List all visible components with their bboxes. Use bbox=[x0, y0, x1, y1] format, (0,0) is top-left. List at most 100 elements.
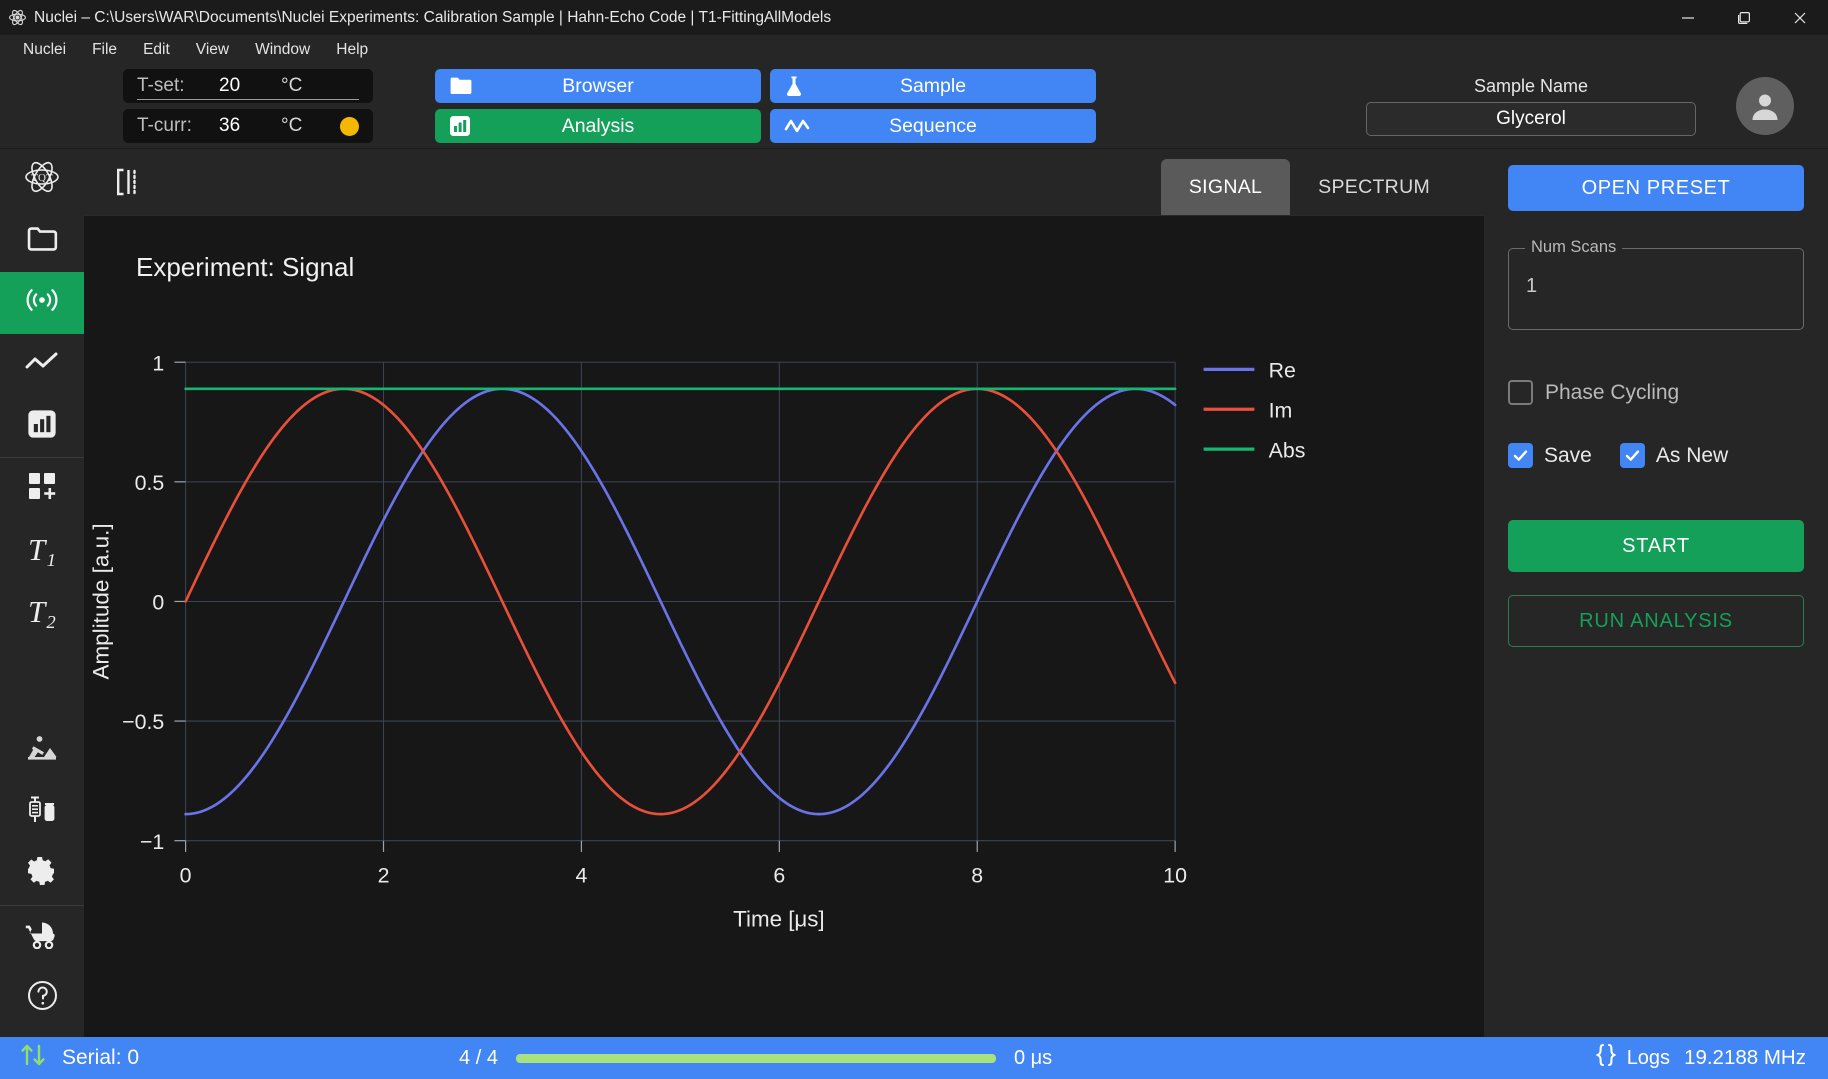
legend-label-im: Im bbox=[1269, 398, 1293, 422]
sample-name-input[interactable]: Glycerol bbox=[1366, 102, 1696, 136]
menu-item-edit[interactable]: Edit bbox=[130, 38, 183, 62]
analysis-button-label: Analysis bbox=[561, 114, 635, 137]
num-scans-value[interactable]: 1 bbox=[1526, 275, 1537, 298]
status-bar: Serial: 0 4 / 4 0 μs Logs 19.2188 MHz bbox=[0, 1037, 1828, 1079]
tab-spectrum[interactable]: SPECTRUM bbox=[1290, 159, 1458, 215]
tab-bar: SIGNAL SPECTRUM bbox=[84, 149, 1484, 215]
minimize-button[interactable] bbox=[1660, 0, 1716, 35]
phase-cycling-checkbox[interactable] bbox=[1508, 380, 1533, 405]
grid-plus-icon bbox=[27, 471, 57, 506]
svg-text:6: 6 bbox=[773, 864, 785, 888]
construction-icon bbox=[25, 734, 59, 767]
sidebar-item-help[interactable] bbox=[0, 967, 84, 1029]
sidebar-item-maintenance[interactable] bbox=[0, 720, 84, 782]
save-checkbox[interactable] bbox=[1508, 443, 1533, 468]
app-icon bbox=[0, 8, 34, 27]
sidebar-item-browser[interactable] bbox=[0, 211, 84, 273]
save-label: Save bbox=[1544, 443, 1592, 467]
window-title: Nuclei – C:\Users\WAR\Documents\Nuclei E… bbox=[34, 8, 832, 26]
atom-logo-icon: TQT bbox=[21, 156, 63, 203]
sidebar-item-stroller[interactable] bbox=[0, 905, 84, 967]
progress-bar bbox=[515, 1053, 996, 1063]
svg-text:1: 1 bbox=[152, 351, 164, 375]
svg-text:TQT: TQT bbox=[31, 172, 53, 184]
sample-name-label: Sample Name bbox=[1473, 76, 1589, 96]
menu-item-window[interactable]: Window bbox=[242, 38, 323, 62]
bar-chart-icon bbox=[449, 115, 471, 137]
up-down-arrows-icon bbox=[18, 1042, 48, 1074]
sidebar: TQT T₁ T₂ bbox=[0, 149, 84, 1037]
broadcast-icon bbox=[24, 286, 60, 319]
menu-item-view[interactable]: View bbox=[183, 38, 242, 62]
open-preset-button[interactable]: OPEN PRESET bbox=[1508, 165, 1804, 211]
folder-icon bbox=[449, 76, 473, 96]
legend-label-abs: Abs bbox=[1269, 438, 1306, 462]
phase-cycling-row[interactable]: Phase Cycling bbox=[1508, 380, 1804, 405]
menu-item-file[interactable]: File bbox=[79, 38, 130, 62]
menu-item-nuclei[interactable]: Nuclei bbox=[10, 38, 79, 62]
sequence-button[interactable]: Sequence bbox=[770, 109, 1096, 143]
panel-collapse-icon[interactable] bbox=[114, 167, 140, 202]
analysis-button[interactable]: Analysis bbox=[435, 109, 761, 143]
num-scans-field[interactable]: Num Scans 1 bbox=[1508, 238, 1804, 330]
tab-signal[interactable]: SIGNAL bbox=[1160, 159, 1291, 215]
browser-button-label: Browser bbox=[562, 74, 634, 97]
title-bar: Nuclei – C:\Users\WAR\Documents\Nuclei E… bbox=[0, 0, 1828, 35]
sidebar-item-logo[interactable]: TQT bbox=[0, 149, 84, 211]
t-curr-field: T-curr: 36 °C bbox=[123, 109, 373, 143]
svg-text:0: 0 bbox=[152, 591, 164, 615]
sample-button[interactable]: Sample bbox=[770, 69, 1096, 103]
run-analysis-button[interactable]: RUN ANALYSIS bbox=[1508, 595, 1804, 647]
t-set-underline bbox=[137, 99, 359, 100]
main-body: TQT T₁ T₂ SIGNAL SPECTRUM Experiment: Si… bbox=[0, 149, 1828, 1037]
menu-bar: Nuclei File Edit View Window Help bbox=[0, 35, 1828, 64]
t-set-label: T-set: bbox=[137, 75, 185, 96]
num-scans-label: Num Scans bbox=[1525, 238, 1623, 257]
start-button[interactable]: START bbox=[1508, 520, 1804, 572]
scan-count: 4 / 4 bbox=[459, 1046, 498, 1069]
flask-icon bbox=[784, 75, 804, 97]
user-avatar[interactable] bbox=[1736, 77, 1794, 135]
svg-text:−0.5: −0.5 bbox=[122, 710, 164, 734]
chart-xlabel: Time [μs] bbox=[733, 907, 824, 932]
t1-icon: T₁ bbox=[27, 532, 57, 567]
sidebar-item-add-module[interactable] bbox=[0, 458, 84, 520]
bar-chart-icon bbox=[27, 409, 57, 444]
status-left: Serial: 0 bbox=[0, 1042, 139, 1074]
close-button[interactable] bbox=[1772, 0, 1828, 35]
menu-item-help[interactable]: Help bbox=[323, 38, 381, 62]
svg-text:−1: −1 bbox=[140, 830, 164, 854]
elapsed-time: 0 μs bbox=[1013, 1046, 1053, 1069]
sidebar-item-settings[interactable] bbox=[0, 843, 84, 905]
svg-text:10: 10 bbox=[1163, 864, 1187, 888]
t-set-value[interactable]: 20 bbox=[219, 75, 281, 97]
sidebar-item-t2[interactable]: T₂ bbox=[0, 581, 84, 643]
as-new-checkbox[interactable] bbox=[1619, 443, 1645, 468]
stroller-icon bbox=[25, 919, 59, 954]
toolbar-button-grid: Browser Sample Analysis Sequence bbox=[435, 69, 1096, 143]
braces-icon bbox=[1594, 1042, 1618, 1074]
serial-status: Serial: 0 bbox=[62, 1046, 140, 1069]
sidebar-item-t1[interactable]: T₁ bbox=[0, 519, 84, 581]
logs-button[interactable]: Logs bbox=[1594, 1042, 1670, 1074]
chart-gridlines bbox=[185, 361, 1176, 842]
sidebar-item-samples[interactable] bbox=[0, 781, 84, 843]
svg-text:2: 2 bbox=[378, 864, 390, 888]
sidebar-item-signal[interactable] bbox=[0, 272, 84, 334]
maximize-button[interactable] bbox=[1716, 0, 1772, 35]
svg-text:0.5: 0.5 bbox=[135, 471, 165, 495]
toolbar: T-set: 20 °C T-curr: 36 °C Browser Sampl… bbox=[0, 64, 1828, 149]
gear-icon bbox=[26, 855, 58, 892]
sidebar-item-analysis[interactable] bbox=[0, 395, 84, 457]
chart-tick-labels: 1 0.5 0 −0.5 −1 0 2 4 6 8 10 bbox=[122, 351, 1187, 887]
browser-button[interactable]: Browser bbox=[435, 69, 761, 103]
sidebar-item-trend[interactable] bbox=[0, 334, 84, 396]
t-set-field[interactable]: T-set: 20 °C bbox=[123, 69, 373, 103]
legend-label-re: Re bbox=[1269, 358, 1296, 382]
waveform-icon bbox=[784, 117, 810, 135]
line-chart-icon bbox=[24, 350, 60, 379]
heater-status-indicator bbox=[340, 116, 359, 136]
signal-chart[interactable]: 1 0.5 0 −0.5 −1 0 2 4 6 8 10 Time [μs] A… bbox=[84, 216, 1484, 1037]
sequence-button-label: Sequence bbox=[889, 114, 977, 137]
syringe-vial-icon bbox=[26, 795, 58, 830]
